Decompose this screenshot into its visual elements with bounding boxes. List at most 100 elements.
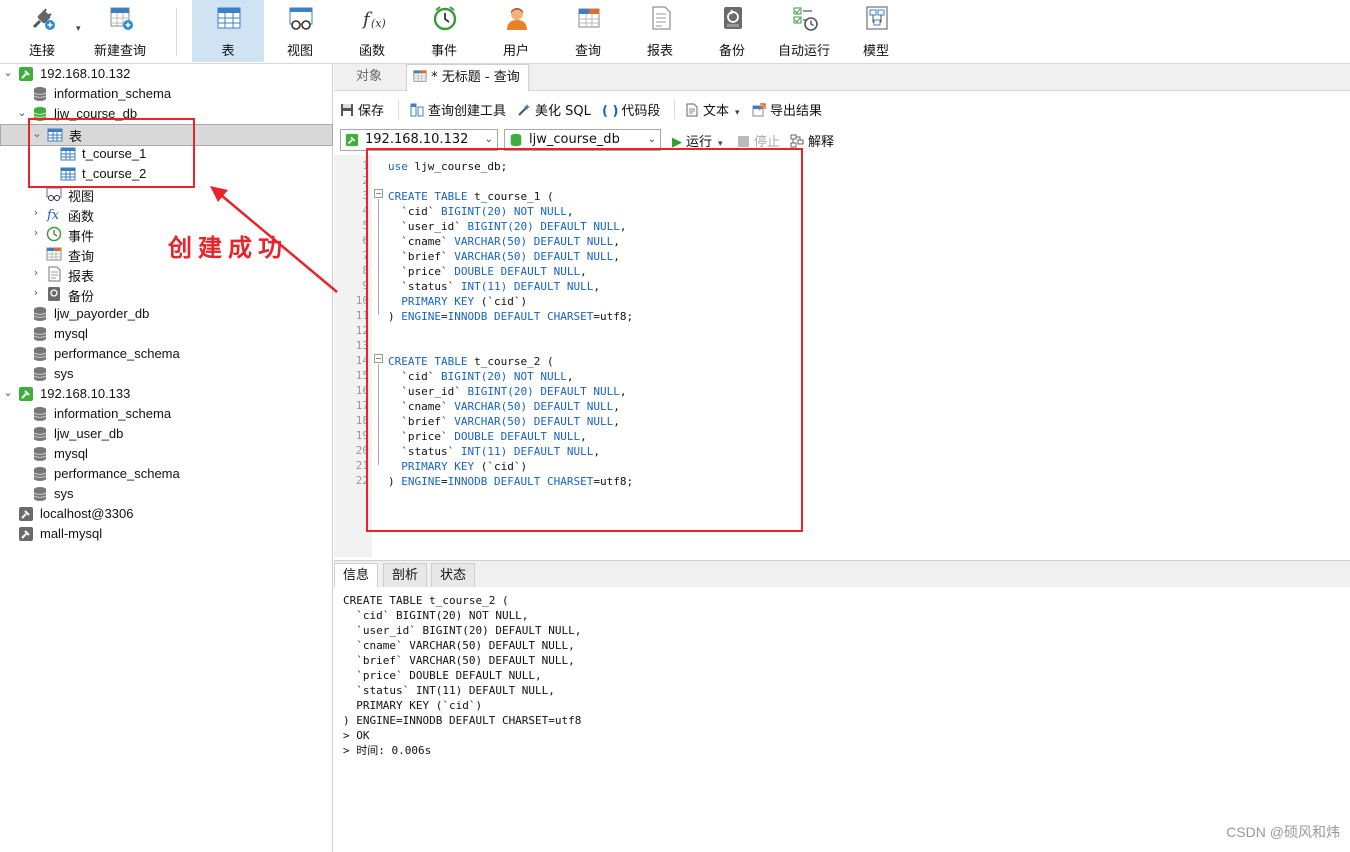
toolbar-query-button[interactable]: 查询 <box>552 0 624 62</box>
output-line: `brief` VARCHAR(50) DEFAULT NULL, <box>343 654 575 667</box>
code-snippet-button[interactable]: ( ) 代码段 <box>602 100 660 119</box>
tree-item-database[interactable]: mysql <box>0 444 333 464</box>
tab-untitled-query[interactable]: * 无标题 - 查询 <box>406 64 529 91</box>
save-button[interactable]: 保存 <box>340 100 384 119</box>
tree-label: 查询 <box>68 249 95 264</box>
line-number: 16 <box>355 384 369 397</box>
view-icon <box>289 7 313 30</box>
expand-toggle-icon[interactable]: ⌄ <box>2 386 14 400</box>
line-number: 18 <box>355 414 369 427</box>
line-number: 19 <box>355 429 369 442</box>
model-icon <box>866 6 888 30</box>
expand-toggle-icon[interactable]: › <box>30 226 42 240</box>
backup-icon <box>724 7 742 29</box>
output-line: PRIMARY KEY (`cid`) <box>343 699 483 712</box>
toolbar-user-button[interactable]: 用户 <box>480 0 552 62</box>
database-icon <box>33 447 47 461</box>
tree-item-connection-closed[interactable]: mall-mysql <box>0 524 333 544</box>
toolbar-auto-run-button[interactable]: 自动运行 <box>768 0 840 62</box>
toolbar-label: 备份 <box>718 44 745 59</box>
new-query-icon <box>110 7 133 30</box>
output-line: `cid` BIGINT(20) NOT NULL, <box>343 609 529 622</box>
tree-item-connection-closed[interactable]: localhost@3306 <box>0 504 333 524</box>
tree-label: mysql <box>54 326 88 341</box>
svg-text:fx: fx <box>46 208 60 222</box>
toolbar-function-button[interactable]: f (x) 函数 <box>336 0 408 62</box>
tree-item-connection[interactable]: ⌄ 192.168.10.132 <box>0 64 333 84</box>
toolbar-backup-button[interactable]: 备份 <box>696 0 768 62</box>
toolbar-label: 查询 <box>574 44 601 59</box>
tree-item-database[interactable]: ljw_user_db <box>0 424 333 444</box>
tree-item-connection[interactable]: ⌄ 192.168.10.133 <box>0 384 333 404</box>
code-snippet-label: 代码段 <box>621 104 661 119</box>
tab-objects[interactable]: 对象 <box>348 64 390 91</box>
tab-info[interactable]: 信息 <box>334 563 379 588</box>
tree-item-database[interactable]: information_schema <box>0 404 333 424</box>
text-document-icon <box>686 103 698 117</box>
line-number: 14 <box>355 354 369 367</box>
line-number: 22 <box>355 474 369 487</box>
tree-label: performance_schema <box>54 466 180 481</box>
output-line: `cname` VARCHAR(50) DEFAULT NULL, <box>343 639 575 652</box>
toolbar-divider <box>176 8 177 56</box>
toolbar-connect-button[interactable]: 连接 <box>6 0 78 62</box>
database-icon <box>33 307 47 321</box>
tree-item-database[interactable]: performance_schema <box>0 344 333 364</box>
tree-item-database[interactable]: ljw_payorder_db <box>0 304 333 324</box>
tree-item-database[interactable]: performance_schema <box>0 464 333 484</box>
toolbar-view-button[interactable]: 视图 <box>264 0 336 62</box>
database-icon <box>33 487 47 501</box>
backup-icon <box>48 287 60 301</box>
highlight-box-sql <box>366 148 803 532</box>
text-mode-button[interactable]: 文本 ▾ <box>685 100 740 119</box>
expand-toggle-icon[interactable]: ⌄ <box>2 66 14 80</box>
query-builder-button[interactable]: 查询创建工具 <box>410 100 506 119</box>
toolbar-label: 自动运行 <box>777 44 830 59</box>
beautify-sql-button[interactable]: 美化 SQL <box>517 100 591 119</box>
chevron-down-icon[interactable]: ▾ <box>735 108 740 118</box>
toolbar-table-button[interactable]: 表 <box>192 0 264 62</box>
tab-profile[interactable]: 剖析 <box>383 563 428 588</box>
query-icon <box>413 70 427 82</box>
explain-icon <box>790 134 804 148</box>
database-icon <box>33 427 47 441</box>
tree-label: localhost@3306 <box>40 506 134 521</box>
tab-label: * 无标题 - 查询 <box>431 70 520 85</box>
tree-item-database[interactable]: mysql <box>0 324 333 344</box>
tree-label: performance_schema <box>54 346 180 361</box>
tree-label: 192.168.10.132 <box>40 66 131 81</box>
tab-status[interactable]: 状态 <box>431 563 476 588</box>
tree-label: sys <box>54 366 74 381</box>
output-line: ) ENGINE=INNODB DEFAULT CHARSET=utf8 <box>343 714 582 727</box>
output-line: > 时间: 0.006s <box>343 744 432 757</box>
save-icon <box>341 104 353 116</box>
expand-toggle-icon[interactable]: › <box>30 266 42 280</box>
clock-event-icon <box>46 226 62 242</box>
toolbar-model-button[interactable]: 模型 <box>840 0 912 62</box>
database-icon <box>33 87 47 101</box>
toolbar-label: 表 <box>221 44 235 59</box>
function-icon: f (x) <box>361 9 386 30</box>
connection-select-value: 192.168.10.132 <box>365 132 469 147</box>
connect-dropdown-arrow-icon[interactable]: ▾ <box>76 24 81 34</box>
tree-label: 视图 <box>68 189 95 204</box>
toolbar-new-query-button[interactable]: 新建查询 <box>84 0 156 62</box>
toolbar-event-button[interactable]: 事件 <box>408 0 480 62</box>
export-results-button[interactable]: 导出结果 <box>752 100 822 119</box>
save-label: 保存 <box>358 104 385 119</box>
toolbar-divider <box>674 99 675 119</box>
clock-event-icon <box>433 6 457 31</box>
tree-item-database[interactable]: sys <box>0 364 333 384</box>
database-icon <box>33 347 47 361</box>
expand-toggle-icon[interactable]: ⌄ <box>16 106 28 120</box>
connection-closed-icon <box>19 507 33 521</box>
tree-item-database[interactable]: information_schema <box>0 84 333 104</box>
toolbar-label: 视图 <box>286 44 313 59</box>
tree-item-database[interactable]: sys <box>0 484 333 504</box>
tree-label: 192.168.10.133 <box>40 386 131 401</box>
query-builder-label: 查询创建工具 <box>428 104 507 119</box>
expand-toggle-icon[interactable]: › <box>30 206 42 220</box>
chevron-down-icon: ⌄ <box>484 134 493 145</box>
toolbar-report-button[interactable]: 报表 <box>624 0 696 62</box>
expand-toggle-icon[interactable]: › <box>30 286 42 300</box>
